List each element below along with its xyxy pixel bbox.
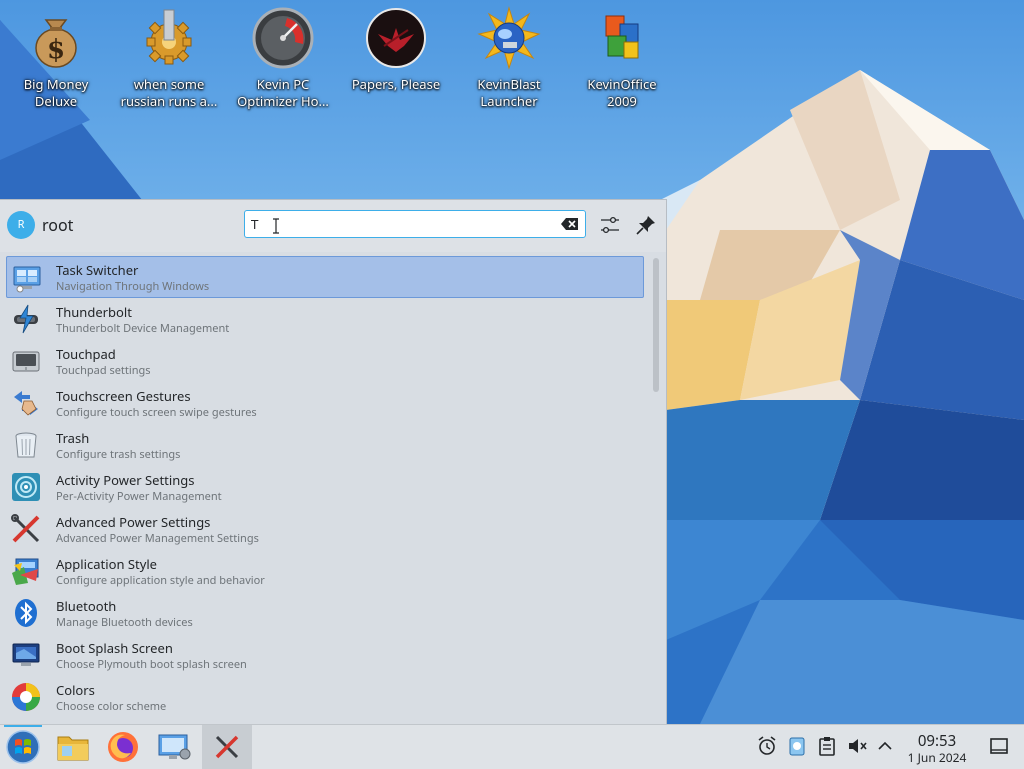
search-input[interactable] [249, 214, 553, 236]
taskbar-system-settings[interactable] [152, 725, 196, 769]
search-field[interactable] [244, 210, 586, 238]
system-settings-icon [158, 734, 191, 760]
desktop-icons: $ Big Money Deluxe when some russian runs … [0, 0, 700, 120]
svg-text:$: $ [47, 35, 65, 65]
clock-time[interactable]: 09:53 [905, 731, 969, 751]
clipboard-app-icon[interactable] [786, 735, 808, 757]
application-launcher: R root Task Switc [0, 199, 667, 725]
thunderbolt-icon [14, 304, 38, 334]
chevron-up-icon[interactable] [874, 735, 896, 757]
active-indicator [4, 725, 42, 727]
list-item[interactable]: Boot Splash Screen Choose Plymouth boot … [6, 634, 644, 676]
touchpad-icon [12, 351, 40, 372]
show-desktop-icon[interactable] [988, 735, 1010, 757]
trash-icon [15, 432, 37, 458]
list-item[interactable]: Bluetooth Manage Bluetooth devices [6, 592, 644, 634]
colors-icon [12, 683, 40, 711]
app-style-icon [12, 558, 39, 585]
gear-icon [146, 9, 192, 65]
avatar[interactable]: R [7, 211, 35, 239]
list-item[interactable]: Activity Power Settings Per-Activity Pow… [6, 466, 644, 508]
configure-icon[interactable] [598, 213, 622, 237]
tools-icon [11, 514, 40, 543]
touchscreen-icon [14, 391, 38, 416]
list-item[interactable]: Thunderbolt Thunderbolt Device Managemen… [6, 298, 644, 340]
user-name: root [42, 214, 74, 236]
clock-date[interactable]: 1 Jun 2024 [903, 749, 971, 766]
desktop-icon-kevin-pc-optimizer[interactable]: Kevin PC Optimizer Ho... [227, 6, 339, 110]
desktop-icon-russian-runs[interactable]: when some russian runs a... [113, 6, 225, 110]
money-bag-icon: $ [35, 19, 77, 68]
taskbar: 09:53 1 Jun 2024 [0, 724, 1024, 769]
taskbar-active-task[interactable] [202, 725, 252, 769]
desktop-icon-papers-please[interactable]: Papers, Please [340, 6, 452, 93]
office-logo-icon [605, 15, 639, 59]
list-item[interactable]: Application Style Configure application … [6, 550, 644, 592]
windows-logo-icon [6, 730, 40, 764]
eagle-emblem-icon [366, 8, 426, 68]
volume-muted-icon[interactable] [846, 735, 868, 757]
text-cursor-icon [273, 218, 279, 234]
tools-icon [215, 735, 239, 759]
search-results-list: Task Switcher Navigation Through Windows… [6, 256, 644, 724]
taskbar-firefox[interactable] [102, 725, 146, 769]
desktop-icon-kevinoffice[interactable]: KevinOffice 2009 [566, 6, 678, 110]
activity-power-icon [12, 473, 40, 501]
boot-splash-icon [12, 643, 40, 666]
list-item[interactable]: Touchpad Touchpad settings [6, 340, 644, 382]
list-item[interactable]: Colors Choose color scheme [6, 676, 644, 718]
list-item[interactable]: Advanced Power Settings Advanced Power M… [6, 508, 644, 550]
launcher-header: R root [0, 200, 666, 252]
desktop-icon-kevinblast-launcher[interactable]: KevinBlast Launcher [453, 6, 565, 110]
pin-icon[interactable] [634, 213, 658, 237]
clipboard-icon[interactable] [816, 735, 838, 757]
firefox-icon [108, 732, 138, 762]
taskbar-file-manager[interactable] [52, 725, 96, 769]
speedometer-icon [252, 7, 314, 69]
alarm-clock-icon[interactable] [756, 735, 778, 757]
list-item[interactable]: Trash Configure trash settings [6, 424, 644, 466]
list-item[interactable]: Touchscreen Gestures Configure touch scr… [6, 382, 644, 424]
results-scrollbar[interactable] [652, 256, 660, 722]
task-switcher-icon [13, 266, 41, 293]
folder-icon [57, 736, 89, 761]
globe-sun-icon [477, 6, 541, 70]
list-item[interactable]: Task Switcher Navigation Through Windows [6, 256, 644, 298]
clear-search-icon[interactable] [561, 217, 579, 231]
scrollbar-thumb[interactable] [653, 258, 659, 392]
bluetooth-icon [15, 599, 37, 627]
desktop-icon-big-money[interactable]: $ Big Money Deluxe [0, 6, 112, 110]
start-button[interactable] [0, 725, 46, 769]
